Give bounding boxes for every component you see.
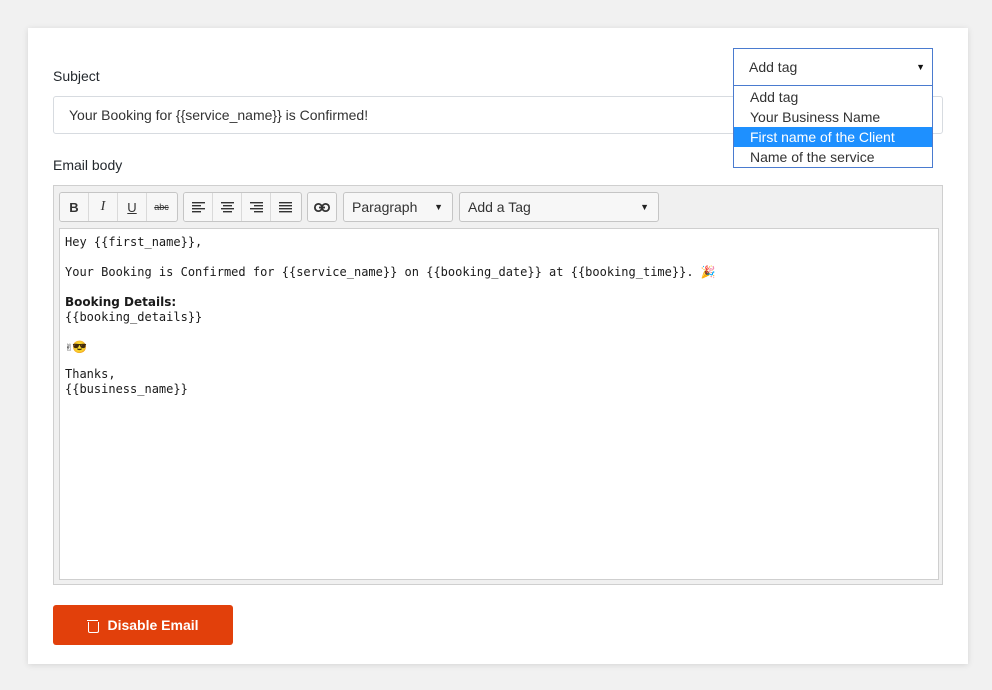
chevron-down-icon: ▼	[916, 62, 925, 72]
align-left-button[interactable]	[184, 193, 213, 221]
add-tag-options: Add tag Your Business Name First name of…	[733, 86, 933, 168]
link-icon	[314, 202, 330, 212]
tag-option[interactable]: Add tag	[734, 87, 932, 107]
add-a-tag-select[interactable]: Add a Tag ▼	[459, 192, 659, 222]
tag-option[interactable]: Your Business Name	[734, 107, 932, 127]
disable-email-label: Disable Email	[107, 617, 199, 633]
add-tag-selected-value: Add tag	[749, 59, 798, 75]
subject-label: Subject	[53, 68, 100, 84]
tag-option-highlighted[interactable]: First name of the Client	[734, 127, 932, 147]
emoji-line: ✌😎	[65, 340, 88, 354]
add-tag-select[interactable]: Add tag ▼	[733, 48, 933, 86]
align-left-icon	[191, 201, 205, 212]
align-center-button[interactable]	[213, 193, 242, 221]
email-body-editor: B I U abc Paragraph ▼ Add a Tag ▼ Hey {{…	[53, 185, 943, 585]
body-line: Your Booking is Confirmed for {{service_…	[65, 265, 716, 279]
body-line: Hey {{first_name}},	[65, 235, 203, 249]
body-line: {{business_name}}	[65, 382, 188, 396]
align-justify-button[interactable]	[271, 193, 300, 221]
body-line: {{booking_details}}	[65, 310, 203, 324]
disable-email-button[interactable]: Disable Email	[53, 605, 233, 645]
email-body-label: Email body	[53, 157, 123, 173]
align-right-button[interactable]	[242, 193, 271, 221]
strikethrough-button[interactable]: abc	[147, 193, 176, 221]
booking-details-heading: Booking Details:	[65, 295, 177, 309]
paragraph-format-select[interactable]: Paragraph ▼	[343, 192, 453, 222]
chevron-down-icon: ▼	[434, 202, 443, 212]
link-button-group	[307, 192, 337, 222]
chevron-down-icon: ▼	[640, 202, 649, 212]
trash-icon	[87, 619, 100, 633]
add-a-tag-value: Add a Tag	[468, 199, 531, 215]
email-body-content[interactable]: Hey {{first_name}}, Your Booking is Conf…	[59, 228, 939, 580]
bold-button[interactable]: B	[60, 193, 89, 221]
format-button-group: B I U abc	[59, 192, 178, 222]
align-right-icon	[249, 201, 263, 212]
body-line: Thanks,	[65, 367, 116, 381]
underline-button[interactable]: U	[118, 193, 147, 221]
insert-link-button[interactable]	[308, 193, 336, 221]
paragraph-format-value: Paragraph	[352, 199, 418, 215]
italic-button[interactable]: I	[89, 193, 118, 221]
align-button-group	[183, 192, 302, 222]
tag-option[interactable]: Name of the service	[734, 147, 932, 167]
align-justify-icon	[279, 201, 292, 212]
align-center-icon	[220, 201, 234, 212]
